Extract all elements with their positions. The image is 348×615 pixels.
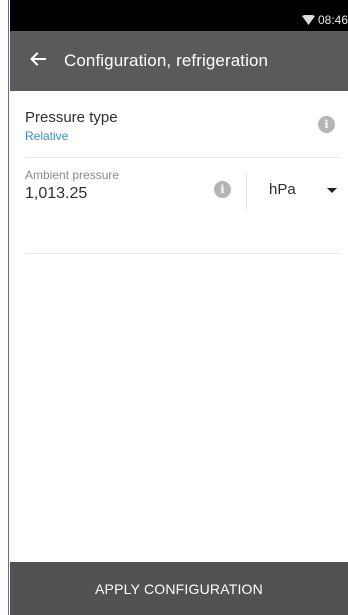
arrow-left-icon [30, 51, 46, 72]
field-divider [246, 173, 247, 209]
chevron-down-icon[interactable] [327, 188, 337, 193]
window-left-border [0, 0, 9, 615]
back-button[interactable] [28, 51, 48, 71]
pressure-type-value: Relative [25, 129, 69, 143]
wifi-icon [301, 15, 315, 25]
apply-configuration-button[interactable]: APPLY CONFIGURATION [10, 562, 348, 615]
ambient-pressure-input[interactable]: 1,013.25 [25, 185, 87, 203]
info-icon[interactable]: i [214, 181, 231, 198]
pressure-type-label: Pressure type [25, 109, 118, 126]
status-indicators: 08:46 [301, 13, 348, 27]
unit-select[interactable]: hPa [269, 181, 296, 198]
settings-list: Pressure type Relative i Ambient pressur… [10, 91, 348, 254]
info-icon[interactable]: i [318, 116, 335, 133]
status-bar: 08:46 [10, 0, 348, 31]
pressure-type-row[interactable]: Pressure type Relative i [25, 91, 340, 158]
ambient-pressure-row: Ambient pressure 1,013.25 i hPa [25, 158, 340, 254]
page-title: Configuration, refrigeration [64, 51, 269, 70]
status-time: 08:46 [317, 13, 348, 27]
app-toolbar: Configuration, refrigeration [10, 31, 348, 91]
ambient-pressure-label: Ambient pressure [25, 168, 120, 182]
